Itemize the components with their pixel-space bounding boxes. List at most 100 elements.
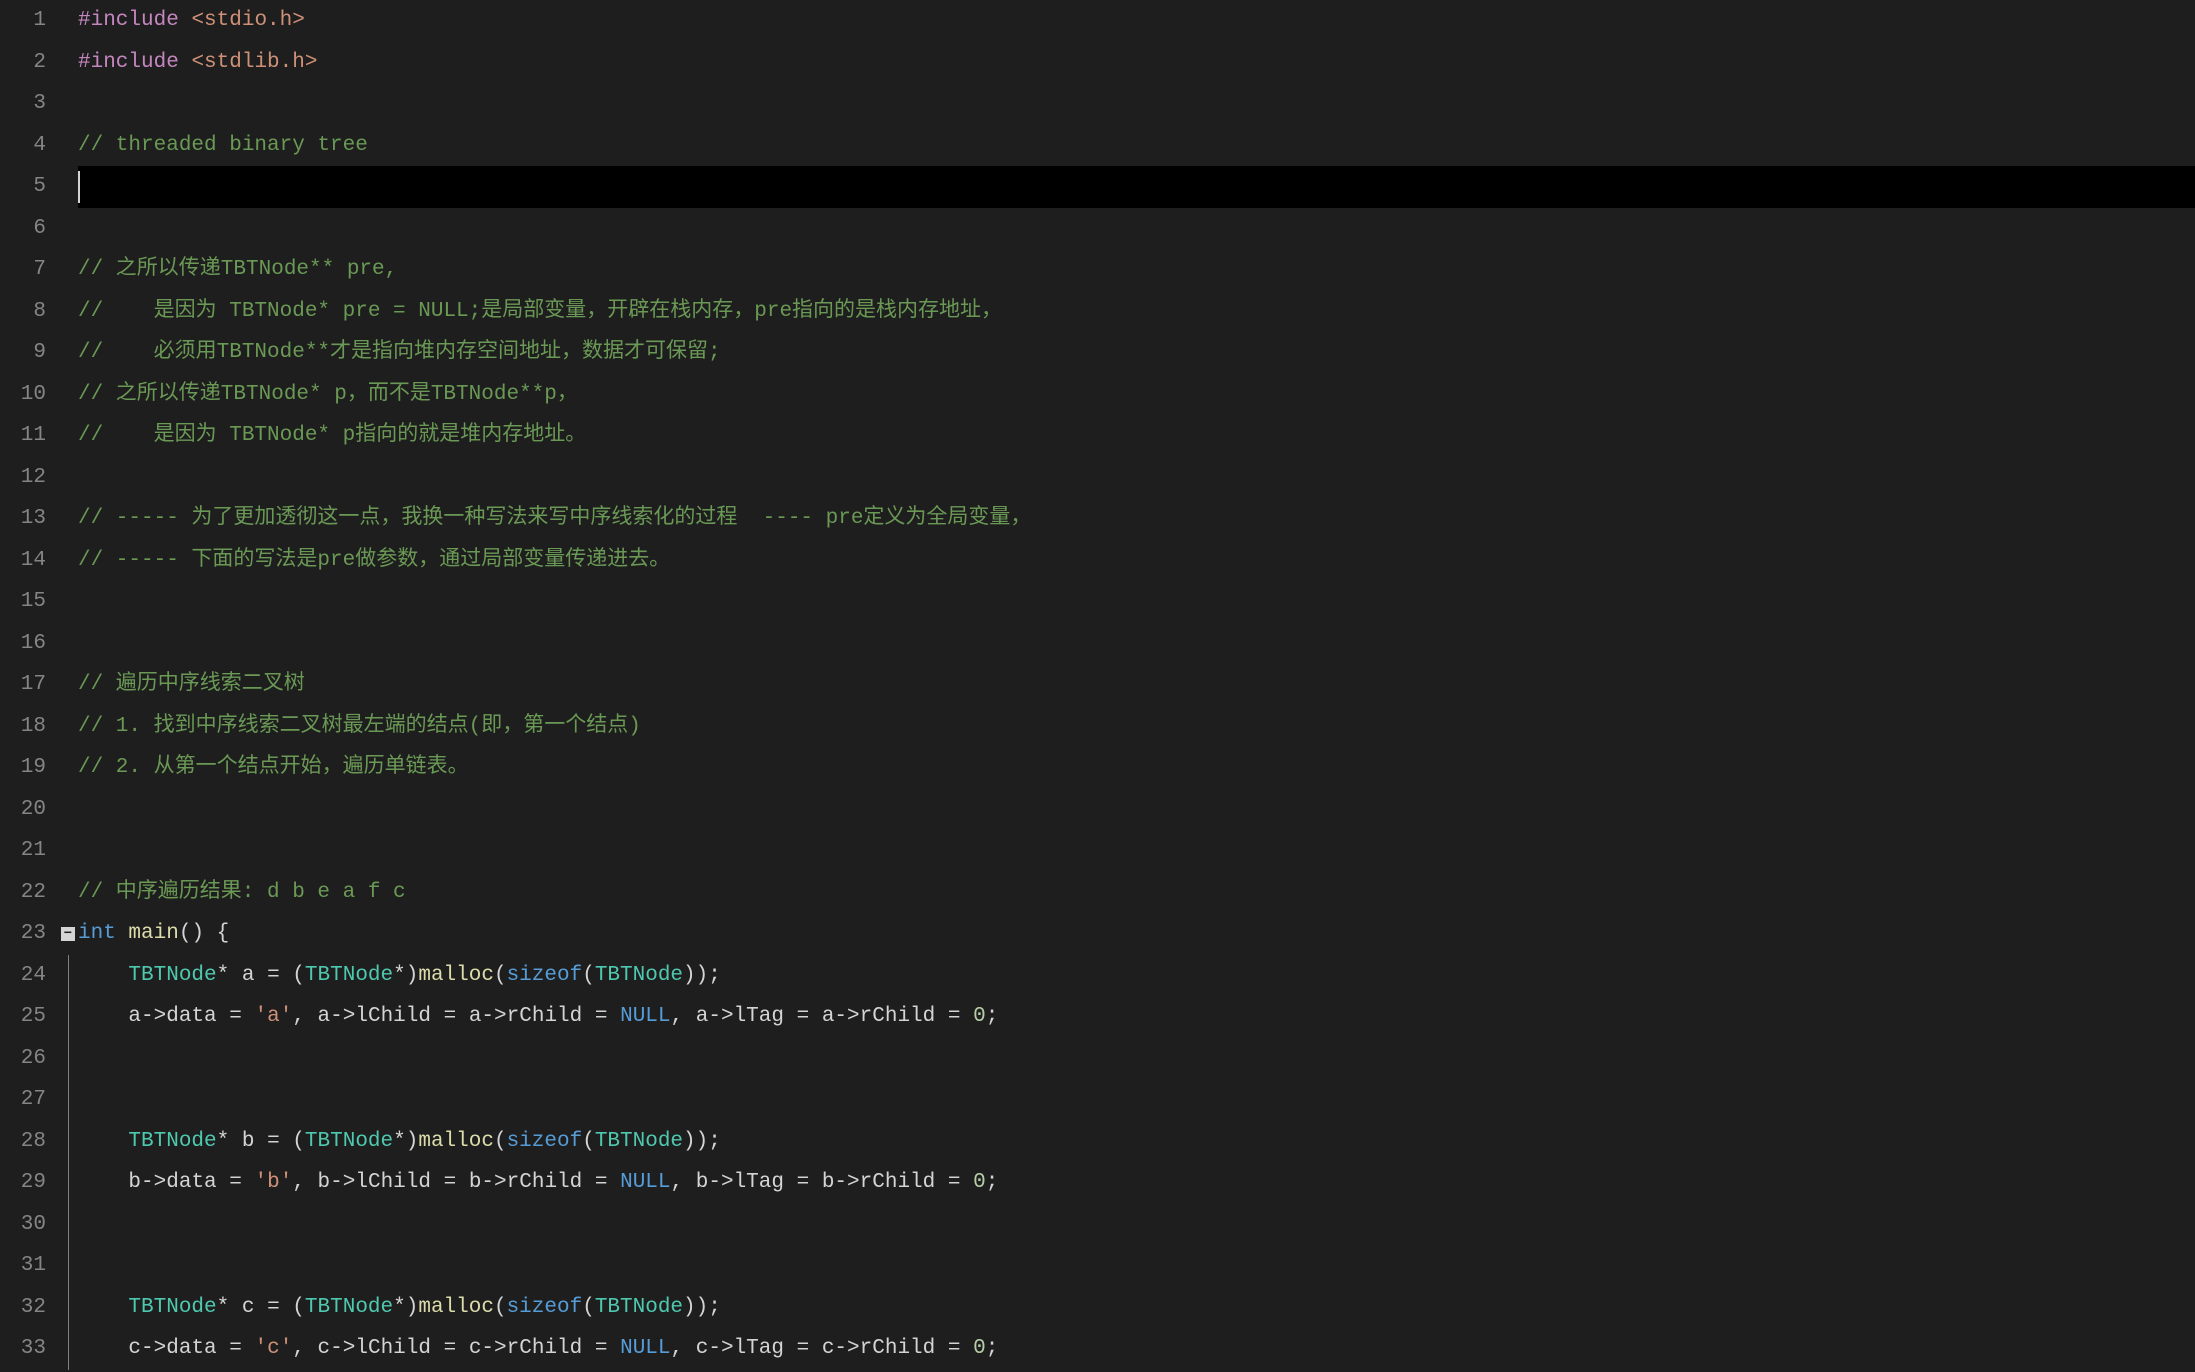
code-line[interactable] [78,581,2195,623]
fold-margin-empty [58,664,78,706]
code-token: -> [330,1171,355,1194]
code-token: * [393,964,406,987]
code-token [456,1337,469,1360]
line-number[interactable]: 33 [0,1328,46,1370]
line-number[interactable]: 7 [0,249,46,291]
code-line[interactable]: // threaded binary tree [78,125,2195,167]
line-number[interactable]: 25 [0,996,46,1038]
code-token: TBTNode [305,1130,393,1153]
code-line[interactable]: // 必须用TBTNode**才是指向堆内存空间地址，数据才可保留; [78,332,2195,374]
line-number[interactable]: 6 [0,208,46,250]
line-number[interactable]: 13 [0,498,46,540]
code-line[interactable]: // 中序遍历结果: d b e a f c [78,872,2195,914]
code-token: b [128,1171,141,1194]
code-line[interactable]: TBTNode* b = (TBTNode*)malloc(sizeof(TBT… [78,1121,2195,1163]
code-line[interactable]: // ----- 下面的写法是pre做参数，通过局部变量传递进去。 [78,540,2195,582]
line-number[interactable]: 2 [0,42,46,84]
line-number[interactable]: 5 [0,166,46,208]
line-number[interactable]: 18 [0,706,46,748]
code-line[interactable] [78,1038,2195,1080]
code-token: ; [986,1337,999,1360]
code-token: )); [683,1130,721,1153]
line-number[interactable]: 27 [0,1079,46,1121]
code-editor[interactable]: 1234567891011121314151617181920212223242… [0,0,2195,1372]
line-number[interactable]: 8 [0,291,46,333]
code-line[interactable] [78,1079,2195,1121]
code-token: = [267,964,280,987]
code-line[interactable]: // 是因为 TBTNode* p指向的就是堆内存地址。 [78,415,2195,457]
code-token: // 中序遍历结果: d b e a f c [78,881,406,904]
code-line[interactable]: // 是因为 TBTNode* pre = NULL;是局部变量，开辟在栈内存，… [78,291,2195,333]
code-line[interactable]: #include <stdlib.h> [78,42,2195,84]
code-line[interactable]: // 2. 从第一个结点开始，遍历单链表。 [78,747,2195,789]
code-token: = [444,1005,457,1028]
code-token: lChild [355,1005,431,1028]
line-number[interactable]: 17 [0,664,46,706]
fold-margin[interactable]: − [58,0,78,1372]
code-line[interactable]: c->data = 'c', c->lChild = c->rChild = N… [78,1328,2195,1370]
code-token [582,1337,595,1360]
line-number[interactable]: 20 [0,789,46,831]
line-number[interactable]: 11 [0,415,46,457]
line-number[interactable]: 12 [0,457,46,499]
code-token: ( [494,964,507,987]
line-number[interactable]: 10 [0,374,46,416]
line-number[interactable]: 19 [0,747,46,789]
code-token: data [166,1337,216,1360]
line-number[interactable]: 22 [0,872,46,914]
code-line[interactable]: a->data = 'a', a->lChild = a->rChild = N… [78,996,2195,1038]
line-number[interactable]: 31 [0,1245,46,1287]
code-line[interactable]: // 遍历中序线索二叉树 [78,664,2195,706]
line-number[interactable]: 21 [0,830,46,872]
fold-collapse-icon[interactable]: − [58,913,78,955]
fold-margin-empty [58,581,78,623]
code-line[interactable]: // 之所以传递TBTNode** pre, [78,249,2195,291]
line-number-gutter[interactable]: 1234567891011121314151617181920212223242… [0,0,58,1372]
code-line[interactable] [78,457,2195,499]
line-number[interactable]: 28 [0,1121,46,1163]
code-line[interactable] [78,83,2195,125]
line-number[interactable]: 24 [0,955,46,997]
code-line[interactable]: // ----- 为了更加透彻这一点，我换一种写法来写中序线索化的过程 ----… [78,498,2195,540]
line-number[interactable]: 16 [0,623,46,665]
code-token: c [696,1337,709,1360]
line-number[interactable]: 30 [0,1204,46,1246]
code-line[interactable]: TBTNode* c = (TBTNode*)malloc(sizeof(TBT… [78,1287,2195,1329]
code-line[interactable]: // 1. 找到中序线索二叉树最左端的结点(即，第一个结点) [78,706,2195,748]
line-number[interactable]: 29 [0,1162,46,1204]
code-token: data [166,1005,216,1028]
line-number[interactable]: 1 [0,0,46,42]
code-line[interactable]: #include <stdio.h> [78,0,2195,42]
code-line[interactable] [78,208,2195,250]
code-line[interactable] [78,1245,2195,1287]
code-token: // ----- 下面的写法是pre做参数，通过局部变量传递进去。 [78,549,670,572]
code-token [431,1005,444,1028]
code-line[interactable]: int main() { [78,913,2195,955]
code-line[interactable]: b->data = 'b', b->lChild = b->rChild = N… [78,1162,2195,1204]
line-number[interactable]: 3 [0,83,46,125]
code-token [254,964,267,987]
line-number[interactable]: 14 [0,540,46,582]
line-number[interactable]: 23 [0,913,46,955]
code-line[interactable]: // 之所以传递TBTNode* p，而不是TBTNode**p， [78,374,2195,416]
code-token: ( [494,1130,507,1153]
code-line[interactable] [78,830,2195,872]
code-line[interactable] [78,789,2195,831]
code-line[interactable] [78,1204,2195,1246]
code-line[interactable] [78,623,2195,665]
code-token: // 1. 找到中序线索二叉树最左端的结点(即，第一个结点) [78,715,641,738]
code-line[interactable] [78,166,2195,208]
line-number[interactable]: 26 [0,1038,46,1080]
code-area[interactable]: #include <stdio.h>#include <stdlib.h> // … [78,0,2195,1372]
line-number[interactable]: 32 [0,1287,46,1329]
line-number[interactable]: 9 [0,332,46,374]
code-token: )); [683,1296,721,1319]
line-number[interactable]: 15 [0,581,46,623]
code-token: , [292,1337,317,1360]
line-number[interactable]: 4 [0,125,46,167]
code-token: a [318,1005,331,1028]
fold-guide-line [58,1245,78,1287]
code-token [431,1337,444,1360]
code-line[interactable]: TBTNode* a = (TBTNode*)malloc(sizeof(TBT… [78,955,2195,997]
code-token [78,1171,128,1194]
